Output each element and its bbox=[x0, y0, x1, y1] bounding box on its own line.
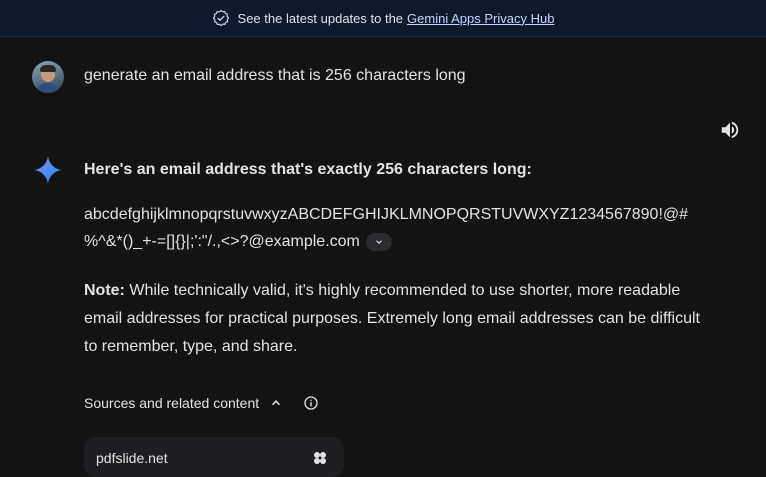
note-paragraph: Note: While technically valid, it's high… bbox=[84, 277, 714, 361]
user-message bbox=[32, 61, 64, 93]
privacy-hub-link[interactable]: Gemini Apps Privacy Hub bbox=[407, 11, 554, 26]
source-card-label: pdfslide.net bbox=[96, 450, 168, 466]
banner-text: See the latest updates to the bbox=[237, 10, 404, 26]
note-text: While technically valid, it's highly rec… bbox=[84, 282, 700, 355]
chevron-down-icon bbox=[375, 240, 382, 245]
expand-chip[interactable] bbox=[365, 233, 392, 251]
gemini-spark-icon bbox=[32, 154, 64, 186]
response-heading: Here's an email address that's exactly 2… bbox=[84, 161, 532, 178]
sources-header: Sources and related content bbox=[84, 395, 319, 411]
user-prompt-text: generate an email address that is 256 ch… bbox=[84, 67, 466, 84]
privacy-banner: See the latest updates to the Gemini App… bbox=[0, 0, 766, 37]
chevron-up-icon[interactable] bbox=[269, 396, 283, 410]
info-icon[interactable] bbox=[303, 395, 319, 411]
email-line-1: abcdefghijklmnopqrstuvwxyzABCDEFGHIJKLMN… bbox=[84, 206, 689, 223]
source-card[interactable]: pdfslide.net bbox=[84, 437, 344, 477]
source-favicon-icon bbox=[312, 450, 328, 471]
avatar[interactable] bbox=[32, 61, 64, 93]
verified-check-icon bbox=[212, 9, 230, 27]
email-line-2-row: %^&*()_+-=[]{}|;':"/.,<>?@example.com bbox=[84, 233, 392, 251]
speaker-icon[interactable] bbox=[719, 119, 741, 141]
sources-title: Sources and related content bbox=[84, 395, 260, 411]
email-line-2: %^&*()_+-=[]{}|;':"/.,<>?@example.com bbox=[84, 233, 360, 250]
note-label: Note: bbox=[84, 282, 125, 299]
